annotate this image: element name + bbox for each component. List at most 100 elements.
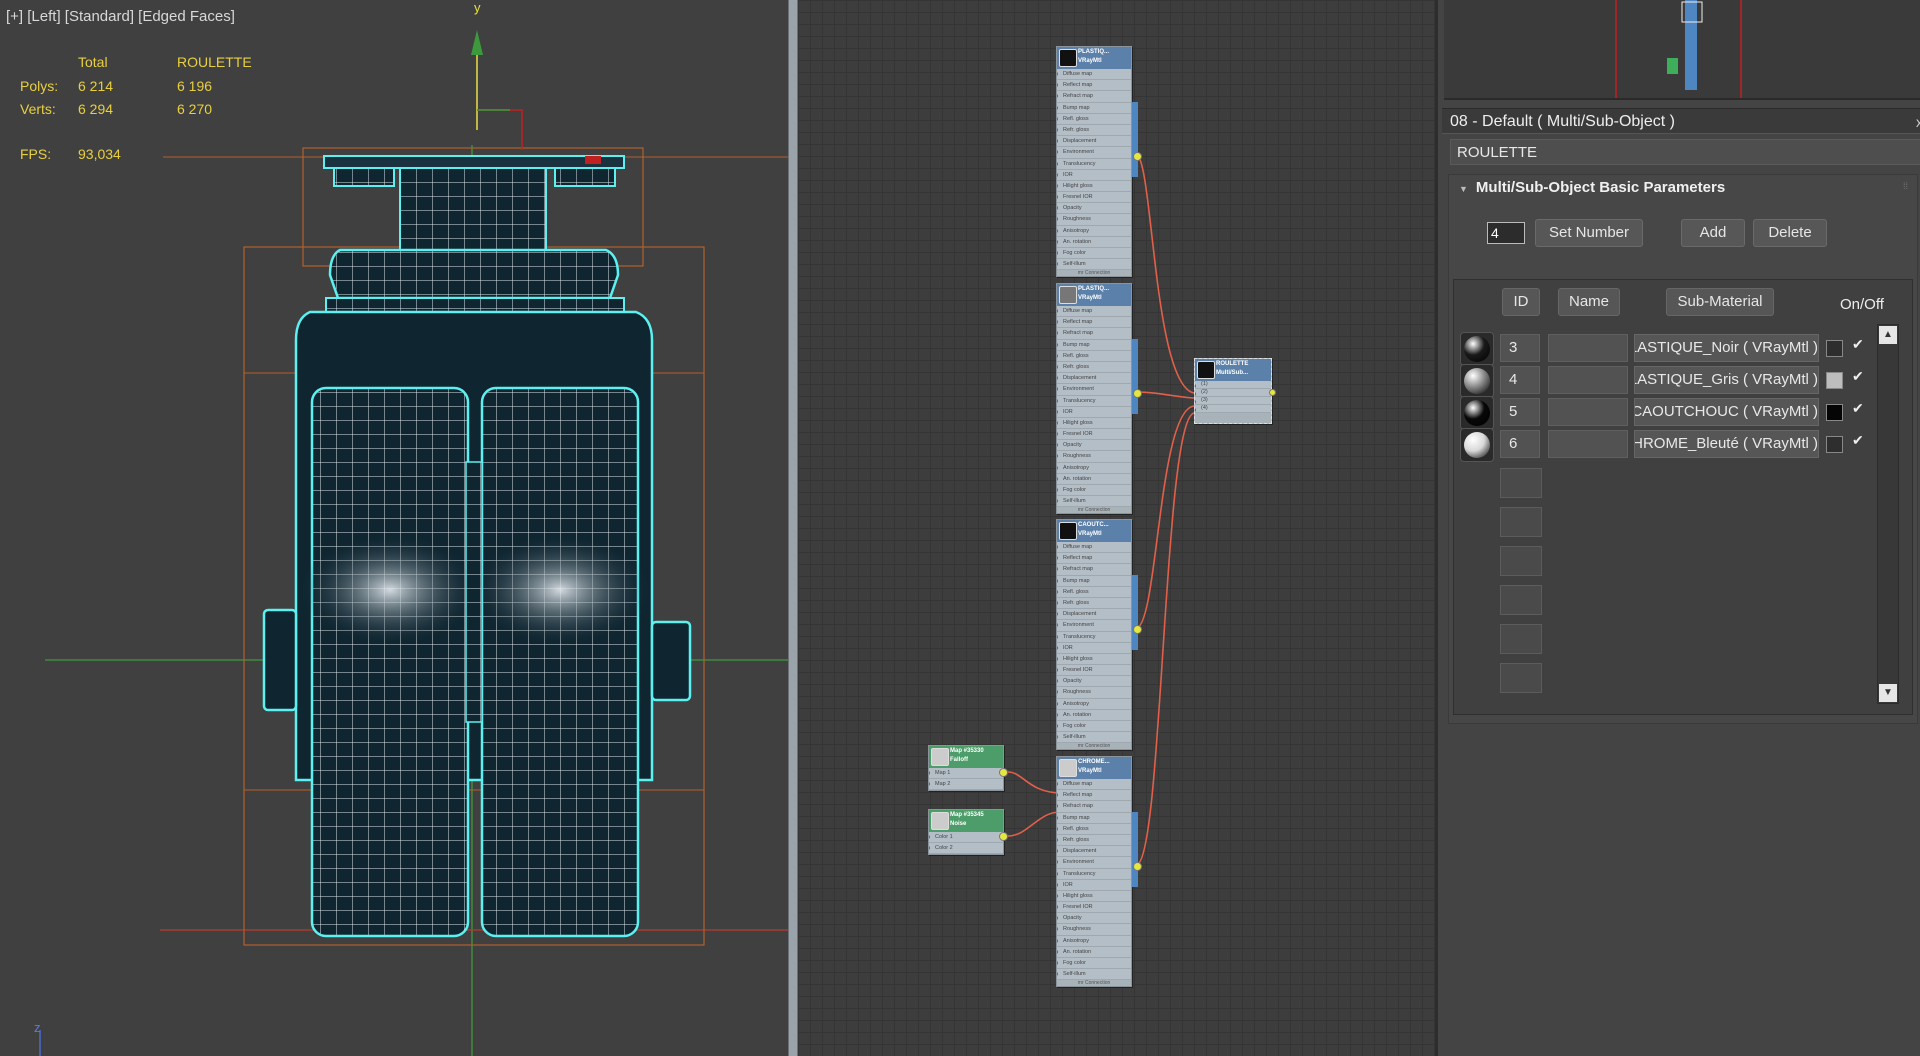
onoff-checkbox[interactable]: ✔: [1852, 368, 1864, 385]
node-slot[interactable]: Translucency: [1057, 632, 1131, 643]
add-button[interactable]: Add: [1681, 219, 1745, 247]
delete-button[interactable]: Delete: [1753, 219, 1827, 247]
node-slot[interactable]: Refl. gloss: [1057, 824, 1131, 835]
material-ball-preview[interactable]: [1460, 332, 1494, 366]
vraymtl-node-plastique-noir[interactable]: PLASTIQ... VRayMtl Diffuse map Reflect map…: [1056, 46, 1142, 278]
submaterial-button[interactable]: PLASTIQUE_Noir ( VRayMtl ): [1634, 334, 1819, 362]
submaterial-name-field[interactable]: [1548, 430, 1628, 458]
node-slot[interactable]: Fog color: [1057, 485, 1131, 497]
multi-sub-node-roulette[interactable]: ROULETTE Multi/Sub... (1) (2) (3) (4): [1194, 358, 1276, 424]
node-slot[interactable]: An. rotation: [1057, 474, 1131, 485]
node-slot[interactable]: Displacement: [1057, 373, 1131, 385]
node-slot[interactable]: Diffuse map: [1057, 69, 1131, 81]
node-slot[interactable]: Reflect map: [1057, 317, 1131, 329]
falloff-map-node[interactable]: Map #35330 Falloff Map 1 Map 2: [928, 745, 1008, 792]
vraymtl-node-caoutchouc[interactable]: CAOUTC... VRayMtl Diffuse map Reflect map R…: [1056, 519, 1142, 751]
node-slot[interactable]: Environment: [1057, 147, 1131, 159]
submaterial-name-field[interactable]: [1548, 334, 1628, 362]
column-header-name[interactable]: Name: [1558, 288, 1620, 316]
node-slot[interactable]: Color 2: [929, 843, 1003, 855]
node-slot[interactable]: Environment: [1057, 857, 1131, 869]
node-slot[interactable]: Fog color: [1057, 248, 1131, 260]
node-slot[interactable]: Refract map: [1057, 564, 1131, 576]
node-slot[interactable]: Hilight gloss: [1057, 654, 1131, 666]
node-slot[interactable]: Bump map: [1057, 813, 1131, 824]
noise-map-node[interactable]: Map #35345 Noise Color 1 Color 2: [928, 809, 1008, 856]
vraymtl-node-chrome-bleute[interactable]: CHROME... VRayMtl Diffuse map Reflect map R…: [1056, 756, 1142, 988]
rollout-grip-icon[interactable]: ⁞⁞: [1903, 181, 1911, 191]
node-header[interactable]: Map #35345 Noise: [929, 810, 1003, 832]
node-slot[interactable]: Bump map: [1057, 576, 1131, 587]
node-slot[interactable]: Diffuse map: [1057, 542, 1131, 554]
node-slot[interactable]: Displacement: [1057, 136, 1131, 148]
viewport-splitter[interactable]: [788, 0, 798, 1056]
multi-sub-slot[interactable]: (3): [1195, 397, 1271, 405]
node-slot[interactable]: Roughness: [1057, 687, 1131, 699]
node-output-socket[interactable]: [999, 832, 1008, 841]
node-slot[interactable]: Reflect map: [1057, 553, 1131, 565]
left-viewport[interactable]: [+] [Left] [Standard] [Edged Faces] Tota…: [0, 0, 788, 1056]
node-slot[interactable]: Refract map: [1057, 328, 1131, 340]
node-slot[interactable]: Anisotropy: [1057, 463, 1131, 474]
node-slot[interactable]: Hilight gloss: [1057, 181, 1131, 193]
node-slot[interactable]: Opacity: [1057, 913, 1131, 925]
onoff-checkbox[interactable]: ✔: [1852, 336, 1864, 353]
node-slot[interactable]: Reflect map: [1057, 790, 1131, 802]
node-slot[interactable]: Map 1: [929, 768, 1003, 780]
node-slot[interactable]: Refr. gloss: [1057, 598, 1131, 610]
node-header[interactable]: ROULETTE Multi/Sub...: [1195, 359, 1271, 381]
node-slot[interactable]: Translucency: [1057, 869, 1131, 880]
node-slot[interactable]: Displacement: [1057, 609, 1131, 621]
node-slot[interactable]: IOR: [1057, 407, 1131, 418]
node-slot[interactable]: Opacity: [1057, 440, 1131, 452]
node-output-socket[interactable]: [1133, 625, 1142, 634]
material-count-field[interactable]: 4: [1487, 222, 1525, 244]
submaterial-button[interactable]: CHROME_Bleuté ( VRayMtl ): [1634, 430, 1819, 458]
multi-sub-slot[interactable]: (4): [1195, 405, 1271, 413]
node-slot[interactable]: Color 1: [929, 832, 1003, 844]
node-slot[interactable]: IOR: [1057, 643, 1131, 654]
viewport-label[interactable]: [+] [Left] [Standard] [Edged Faces]: [6, 8, 235, 25]
node-slot[interactable]: Anisotropy: [1057, 699, 1131, 710]
submaterial-button[interactable]: PLASTIQUE_Gris ( VRayMtl ): [1634, 366, 1819, 394]
column-header-id[interactable]: ID: [1502, 288, 1540, 316]
material-ball-preview[interactable]: [1460, 428, 1494, 462]
submaterial-id-field[interactable]: 3: [1500, 334, 1540, 362]
node-slot[interactable]: Reflect map: [1057, 80, 1131, 92]
node-slot[interactable]: Fog color: [1057, 958, 1131, 970]
node-slot[interactable]: Diffuse map: [1057, 779, 1131, 791]
node-slot[interactable]: Environment: [1057, 384, 1131, 396]
node-output-socket[interactable]: [1133, 862, 1142, 871]
node-slot[interactable]: Self-illum: [1057, 259, 1131, 271]
onoff-checkbox[interactable]: ✔: [1852, 432, 1864, 449]
node-slot[interactable]: Roughness: [1057, 451, 1131, 463]
node-slot[interactable]: Opacity: [1057, 676, 1131, 688]
node-slot[interactable]: An. rotation: [1057, 237, 1131, 248]
node-slot[interactable]: Fresnel IOR: [1057, 429, 1131, 441]
navigator-preview[interactable]: [1444, 0, 1920, 100]
close-icon[interactable]: x: [1916, 109, 1920, 135]
multi-sub-slot[interactable]: (2): [1195, 389, 1271, 397]
node-slot[interactable]: Translucency: [1057, 396, 1131, 407]
material-name-field[interactable]: ROULETTE: [1450, 139, 1920, 165]
material-ball-preview[interactable]: [1460, 396, 1494, 430]
submaterial-id-field[interactable]: 5: [1500, 398, 1540, 426]
node-slot[interactable]: Roughness: [1057, 924, 1131, 936]
rollout-header[interactable]: ▼ Multi/Sub-Object Basic Parameters: [1459, 179, 1725, 196]
set-number-button[interactable]: Set Number: [1535, 219, 1643, 247]
node-slot[interactable]: Roughness: [1057, 214, 1131, 226]
node-output-socket[interactable]: [1269, 389, 1276, 396]
onoff-checkbox[interactable]: ✔: [1852, 400, 1864, 417]
color-swatch[interactable]: [1826, 436, 1843, 453]
node-slot[interactable]: Diffuse map: [1057, 306, 1131, 318]
color-swatch[interactable]: [1826, 404, 1843, 421]
submaterial-button[interactable]: CAOUTCHOUC ( VRayMtl ): [1634, 398, 1819, 426]
node-slot[interactable]: Fresnel IOR: [1057, 665, 1131, 677]
node-slot[interactable]: Refract map: [1057, 91, 1131, 103]
node-slot[interactable]: Refl. gloss: [1057, 114, 1131, 125]
node-slot[interactable]: Hilight gloss: [1057, 891, 1131, 903]
node-slot[interactable]: Anisotropy: [1057, 226, 1131, 237]
node-slot[interactable]: IOR: [1057, 880, 1131, 891]
node-slot[interactable]: Translucency: [1057, 159, 1131, 170]
node-slot[interactable]: Refr. gloss: [1057, 835, 1131, 847]
